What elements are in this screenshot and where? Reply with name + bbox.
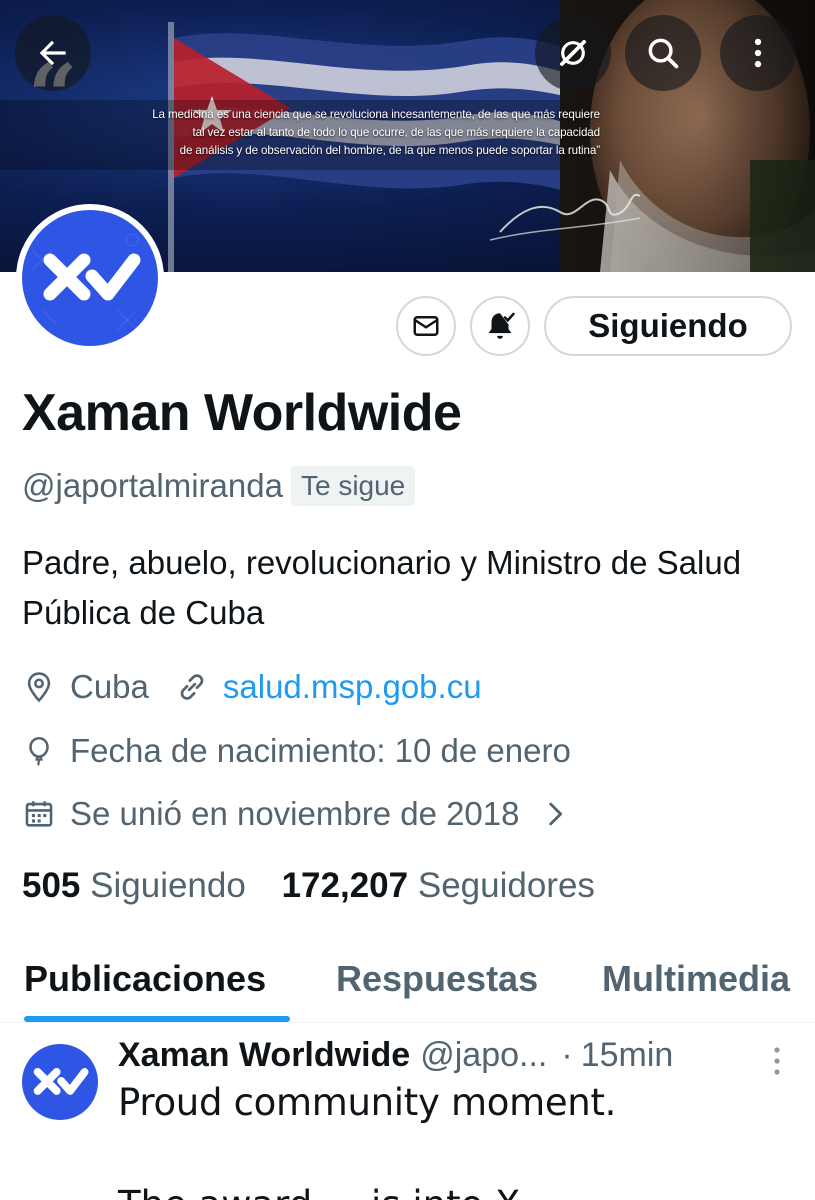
banner-quote-line: de análisis y de observación del hombre,… bbox=[179, 144, 600, 157]
following-button[interactable]: Siguiendo bbox=[544, 296, 792, 356]
tab-multimedia[interactable]: Multimedia bbox=[602, 958, 790, 1000]
location-pin-icon bbox=[27, 672, 51, 703]
grok-icon bbox=[560, 40, 586, 66]
mail-icon bbox=[413, 316, 439, 336]
more-options-button[interactable] bbox=[720, 15, 796, 91]
followers-label: Seguidores bbox=[417, 866, 595, 905]
tab-respuestas[interactable]: Respuestas bbox=[336, 958, 538, 1000]
location-and-website-row: Cuba salud.msp.gob.cu bbox=[22, 668, 482, 706]
search-button[interactable] bbox=[625, 15, 701, 91]
post-author-handle[interactable]: @japo... bbox=[420, 1036, 547, 1075]
xv-logo-icon bbox=[31, 233, 141, 331]
followers-stat[interactable]: 172,207 Seguidores bbox=[282, 866, 595, 905]
calendar-icon bbox=[25, 801, 53, 827]
back-button[interactable] bbox=[15, 15, 91, 91]
profile-location: Cuba bbox=[70, 668, 149, 705]
birthday-row: Fecha de nacimiento: 10 de enero bbox=[22, 732, 571, 770]
balloon-icon bbox=[29, 736, 49, 766]
post-author-avatar[interactable] bbox=[22, 1044, 98, 1120]
followers-count: 172,207 bbox=[281, 866, 409, 905]
post-text: Proud community moment. bbox=[118, 1081, 617, 1124]
notifications-button[interactable] bbox=[470, 296, 530, 356]
profile-avatar[interactable] bbox=[16, 204, 164, 352]
following-label: Siguiendo bbox=[90, 866, 246, 905]
following-count: 505 bbox=[22, 866, 81, 905]
post-more-icon[interactable] bbox=[770, 1046, 784, 1076]
post-author-name[interactable]: Xaman Worldwide bbox=[118, 1036, 410, 1075]
follows-you-badge: Te sigue bbox=[290, 466, 416, 506]
more-vertical-icon bbox=[754, 38, 762, 68]
profile-joined-date: Se unió en noviembre de 2018 bbox=[70, 795, 520, 832]
search-icon bbox=[648, 38, 679, 69]
banner-quote: La medicina es una ciencia que se revolu… bbox=[20, 106, 600, 160]
chevron-right-icon bbox=[548, 802, 562, 826]
joined-row[interactable]: Se unió en noviembre de 2018 bbox=[22, 795, 572, 833]
xv-logo-icon bbox=[33, 1068, 89, 1095]
bell-check-icon bbox=[488, 312, 515, 339]
profile-display-name: Xaman Worldwide bbox=[22, 384, 462, 442]
back-arrow-icon bbox=[39, 40, 66, 66]
profile-stats: 505 Siguiendo 172,207 Seguidores bbox=[22, 866, 595, 906]
profile-birthday: Fecha de nacimiento: 10 de enero bbox=[70, 732, 571, 769]
tab-publicaciones[interactable]: Publicaciones bbox=[24, 958, 266, 1000]
profile-tabs: Publicaciones Respuestas Multimedia bbox=[0, 958, 815, 1024]
banner-quote-line: tal vez estar al tanto de todo lo que oc… bbox=[192, 126, 600, 139]
handle-row: @japortalmiranda Te sigue bbox=[22, 466, 416, 506]
post-timestamp[interactable]: 15min bbox=[581, 1036, 674, 1075]
link-icon bbox=[180, 674, 204, 700]
post-header: Xaman Worldwide @japo... · 15min bbox=[118, 1036, 808, 1075]
message-button[interactable] bbox=[396, 296, 456, 356]
tabs-divider bbox=[0, 1022, 815, 1023]
grok-button[interactable] bbox=[535, 15, 611, 91]
following-stat[interactable]: 505 Siguiendo bbox=[22, 866, 246, 905]
profile-bio: Padre, abuelo, revolucionario y Ministro… bbox=[22, 544, 742, 631]
post-separator: · bbox=[561, 1036, 573, 1074]
post-text-partial: The award ... is into X... bbox=[118, 1182, 556, 1200]
profile-handle: @japortalmiranda bbox=[22, 467, 283, 504]
banner-quote-line: La medicina es una ciencia que se revolu… bbox=[152, 108, 600, 121]
profile-website-link[interactable]: salud.msp.gob.cu bbox=[223, 668, 482, 706]
